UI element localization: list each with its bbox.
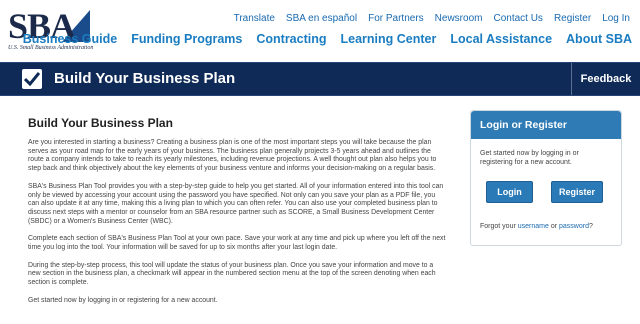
forgot-prefix: Forgot your xyxy=(480,223,518,230)
util-link-espanol[interactable]: SBA en español xyxy=(286,13,357,24)
panel-text: Get started now by logging in or registe… xyxy=(480,150,579,166)
nav-about-sba[interactable]: About SBA xyxy=(566,32,632,46)
util-link-login[interactable]: Log In xyxy=(602,13,630,24)
feedback-button[interactable]: Feedback xyxy=(571,63,640,95)
main-nav: Business Guide Funding Programs Contract… xyxy=(23,32,632,46)
forgot-or: or xyxy=(548,223,560,230)
util-link-register[interactable]: Register xyxy=(554,13,591,24)
util-link-newsroom[interactable]: Newsroom xyxy=(435,13,483,24)
status-paragraph: During the step-by-step process, this to… xyxy=(28,261,436,287)
login-register-panel: Login or Register Get started now by log… xyxy=(470,110,622,246)
tool-paragraph: SBA's Business Plan Tool provides you wi… xyxy=(28,182,444,225)
panel-heading: Login or Register xyxy=(471,111,621,139)
utility-nav: Translate SBA en español For Partners Ne… xyxy=(234,13,630,24)
page-title-bar: Build Your Business Plan Feedback xyxy=(0,62,640,96)
panel-buttons: Login Register xyxy=(486,181,603,203)
nav-local-assistance[interactable]: Local Assistance xyxy=(450,32,552,46)
checkmark-icon xyxy=(22,69,42,89)
util-link-translate[interactable]: Translate xyxy=(234,13,275,24)
nav-learning-center[interactable]: Learning Center xyxy=(341,32,437,46)
intro-paragraph: Are you interested in starting a busines… xyxy=(28,139,437,173)
register-button[interactable]: Register xyxy=(551,181,603,203)
util-link-contact[interactable]: Contact Us xyxy=(493,13,542,24)
util-link-partners[interactable]: For Partners xyxy=(368,13,424,24)
page-title: Build Your Business Plan xyxy=(54,70,236,87)
content-heading: Build Your Business Plan xyxy=(28,116,173,130)
nav-contracting[interactable]: Contracting xyxy=(256,32,326,46)
forgot-credentials: Forgot your username or password? xyxy=(480,223,593,230)
forgot-suffix: ? xyxy=(588,223,593,230)
nav-business-guide[interactable]: Business Guide xyxy=(23,32,117,46)
login-button[interactable]: Login xyxy=(486,181,533,203)
pace-paragraph: Complete each section of SBA's Business … xyxy=(28,235,446,252)
password-link[interactable]: password xyxy=(559,223,589,230)
main-content: Build Your Business Plan Are you interes… xyxy=(28,116,446,315)
nav-funding-programs[interactable]: Funding Programs xyxy=(131,32,242,46)
get-started-paragraph: Get started now by logging in or registe… xyxy=(28,296,218,304)
username-link[interactable]: username xyxy=(518,223,549,230)
